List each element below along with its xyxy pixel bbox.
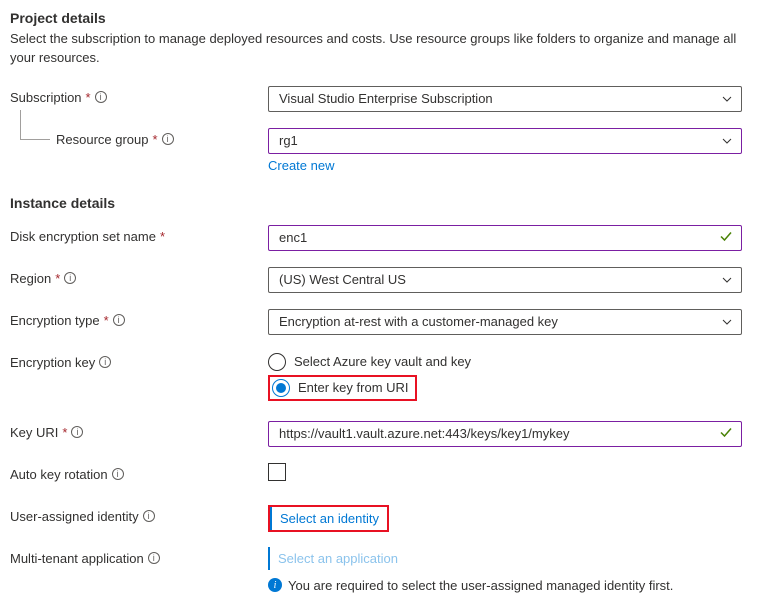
auto-key-rotation-checkbox[interactable] [268,463,286,481]
chevron-down-icon [721,135,733,147]
check-icon [719,229,733,246]
required-marker: * [104,313,109,328]
required-marker: * [62,425,67,440]
subscription-value: Visual Studio Enterprise Subscription [279,91,493,106]
radio-icon [272,379,290,397]
multi-tenant-info-text: You are required to select the user-assi… [288,578,673,593]
region-value: (US) West Central US [279,272,406,287]
create-new-link[interactable]: Create new [268,156,742,173]
indent-marker [20,110,50,140]
radio-select-keyvault[interactable]: Select Azure key vault and key [268,351,742,373]
required-marker: * [153,132,158,147]
highlighted-radio-uri: Enter key from URI [268,375,417,401]
project-details-desc: Select the subscription to manage deploy… [10,30,750,68]
select-application-link[interactable]: Select an application [278,551,398,566]
info-icon[interactable]: i [148,552,160,564]
disk-enc-name-label: Disk encryption set name [10,229,156,244]
user-assigned-identity-label: User-assigned identity [10,509,139,524]
info-icon[interactable]: i [113,314,125,326]
encryption-type-label: Encryption type [10,313,100,328]
chevron-down-icon [721,274,733,286]
region-label: Region [10,271,51,286]
info-icon[interactable]: i [112,468,124,480]
info-icon[interactable]: i [71,426,83,438]
check-icon [719,425,733,442]
subscription-select[interactable]: Visual Studio Enterprise Subscription [268,86,742,112]
disk-enc-name-value: enc1 [279,230,307,245]
required-marker: * [55,271,60,286]
resource-group-value: rg1 [279,133,298,148]
info-fill-icon: i [268,578,282,592]
highlighted-select-identity: Select an identity [268,505,389,532]
radio-label: Enter key from URI [298,380,409,395]
info-icon[interactable]: i [99,356,111,368]
encryption-type-value: Encryption at-rest with a customer-manag… [279,314,558,329]
chevron-down-icon [721,93,733,105]
radio-icon [268,353,286,371]
multi-tenant-app-label: Multi-tenant application [10,551,144,566]
info-icon[interactable]: i [162,133,174,145]
chevron-down-icon [721,316,733,328]
info-icon[interactable]: i [64,272,76,284]
info-icon[interactable]: i [143,510,155,522]
subscription-label: Subscription [10,90,82,105]
select-identity-link[interactable]: Select an identity [280,511,379,526]
encryption-type-select[interactable]: Encryption at-rest with a customer-manag… [268,309,742,335]
resource-group-label: Resource group [56,132,149,147]
disk-enc-name-input[interactable]: enc1 [268,225,742,251]
instance-details-heading: Instance details [10,195,750,211]
required-marker: * [86,90,91,105]
radio-label: Select Azure key vault and key [294,354,471,369]
encryption-key-label: Encryption key [10,355,95,370]
required-marker: * [160,229,165,244]
region-select[interactable]: (US) West Central US [268,267,742,293]
auto-key-rotation-label: Auto key rotation [10,467,108,482]
radio-enter-uri[interactable]: Enter key from URI [272,379,409,397]
key-uri-label: Key URI [10,425,58,440]
info-icon[interactable]: i [95,91,107,103]
key-uri-value: https://vault1.vault.azure.net:443/keys/… [279,426,569,441]
key-uri-input[interactable]: https://vault1.vault.azure.net:443/keys/… [268,421,742,447]
resource-group-select[interactable]: rg1 [268,128,742,154]
project-details-heading: Project details [10,10,750,26]
